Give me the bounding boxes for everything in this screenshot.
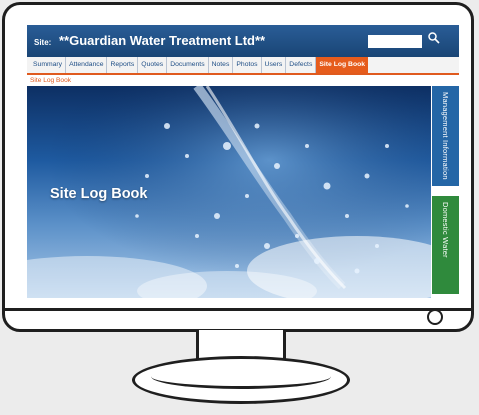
search-icon[interactable] (427, 31, 441, 45)
tab-bar: Summary Attendance Reports Quotes Docume… (27, 57, 459, 75)
tab-site-log-book[interactable]: Site Log Book (316, 57, 369, 73)
side-tab-panel: Management Information Domestic Water (431, 86, 459, 298)
tab-quotes[interactable]: Quotes (138, 57, 168, 73)
tab-notes[interactable]: Notes (209, 57, 234, 73)
site-name: **Guardian Water Treatment Ltd** (59, 33, 266, 48)
tab-reports[interactable]: Reports (107, 57, 139, 73)
tab-documents[interactable]: Documents (167, 57, 209, 73)
tab-photos[interactable]: Photos (233, 57, 262, 73)
site-header: Site: **Guardian Water Treatment Ltd** (27, 25, 459, 57)
side-tab-management-label: Management Information (441, 92, 450, 180)
tab-users[interactable]: Users (262, 57, 287, 73)
site-label: Site: (34, 38, 52, 47)
side-tab-management-information[interactable]: Management Information (432, 86, 459, 186)
search-input[interactable] (368, 35, 422, 48)
power-button-icon[interactable] (427, 309, 443, 325)
tab-defects[interactable]: Defects (286, 57, 317, 73)
monitor-stand-base (132, 356, 350, 404)
hero-title: Site Log Book (50, 186, 148, 202)
bezel-divider (5, 308, 471, 311)
tab-summary[interactable]: Summary (30, 57, 67, 73)
screen: Site: **Guardian Water Treatment Ltd** S… (27, 25, 459, 298)
tab-attendance[interactable]: Attendance (66, 57, 108, 73)
hero-banner: Site Log Book (27, 86, 431, 298)
side-tab-domestic-label: Domestic Water (441, 202, 450, 258)
side-tab-domestic-water[interactable]: Domestic Water (432, 196, 459, 294)
